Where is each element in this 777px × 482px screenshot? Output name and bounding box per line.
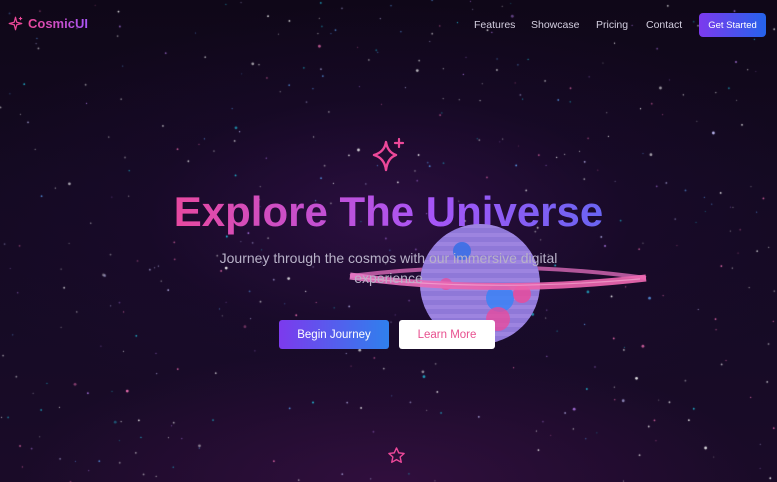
begin-journey-button[interactable]: Begin Journey — [279, 320, 389, 349]
brand-logo[interactable]: CosmicUI — [8, 16, 88, 31]
top-navbar: CosmicUI Features Showcase Pricing Conta… — [0, 0, 777, 50]
nav-link-pricing[interactable]: Pricing — [596, 19, 628, 31]
sparkle-icon — [8, 16, 23, 31]
nav-link-contact[interactable]: Contact — [646, 19, 682, 31]
star-outline-icon — [388, 447, 405, 464]
get-started-button[interactable]: Get Started — [699, 13, 766, 37]
nav-link-features[interactable]: Features — [474, 19, 515, 31]
brand-name: CosmicUI — [28, 16, 88, 31]
sparkles-icon — [372, 137, 405, 172]
hero-subtitle: Journey through the cosmos with our imme… — [219, 250, 558, 286]
landing-page: CosmicUI Features Showcase Pricing Conta… — [0, 0, 777, 482]
nav-link-showcase[interactable]: Showcase — [531, 19, 579, 31]
learn-more-button[interactable]: Learn More — [399, 320, 495, 349]
